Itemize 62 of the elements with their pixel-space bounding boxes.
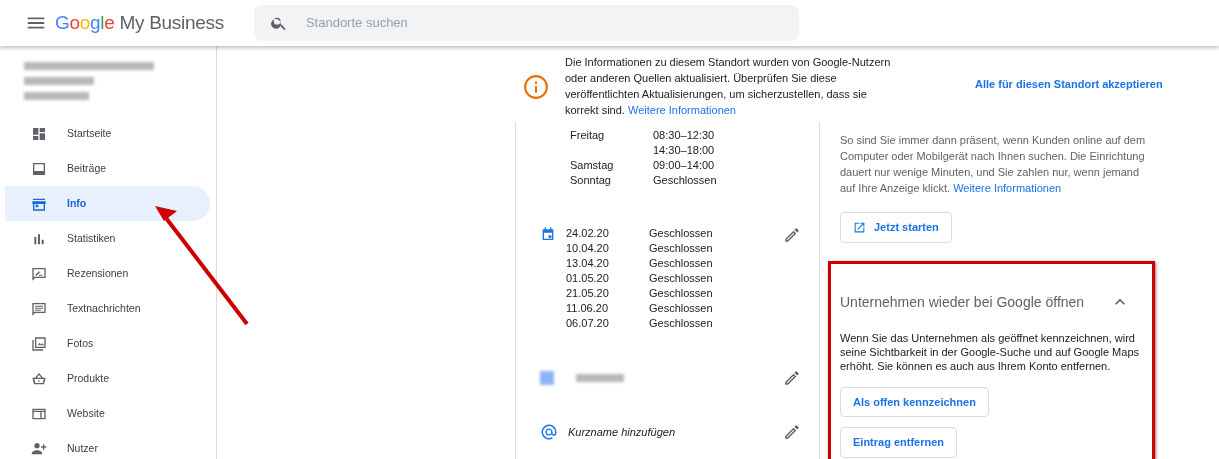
external-link-icon	[853, 220, 866, 234]
short-name-prompt[interactable]: Kurzname hinzufügen	[568, 423, 675, 441]
date-label: 06.07.20	[566, 316, 610, 331]
section-title: Unternehmen wieder bei Google öffnen	[840, 292, 1085, 312]
sidebar-item[interactable]: Rezensionen	[5, 256, 210, 291]
message-icon	[31, 300, 47, 317]
edit-icon[interactable]	[783, 226, 801, 244]
reopen-description: Wenn Sie das Unternehmen als geöffnet kennzeichnen, wird seine Sichtbarkeit in der Google-Suche und auf Google Maps erhöht. Sie können es auch aus Ihrem Konto entfernen.	[840, 330, 1140, 373]
search-input[interactable]: Standorte suchen	[303, 12, 783, 34]
at-sign-icon	[540, 423, 558, 441]
sidebar-item[interactable]: Info	[5, 186, 210, 221]
sidebar-item[interactable]: Statistiken	[5, 221, 210, 256]
hours-value: 14:30–18:00	[653, 143, 716, 158]
hours-value: Geschlossen	[649, 226, 714, 241]
more-info-link[interactable]: Weitere Informationen	[627, 104, 736, 116]
more-info-link[interactable]: Weitere Informationen	[953, 182, 1062, 194]
calendar-icon	[540, 226, 556, 242]
hours-value: 08:30–12:30	[653, 128, 716, 143]
hours-value: Geschlossen	[649, 316, 714, 331]
info-icon	[523, 74, 549, 100]
date-label: 10.04.20	[566, 241, 610, 256]
sidebar-item[interactable]: Nutzer	[5, 431, 210, 459]
accept-all-link[interactable]: Alle für diesen Standort akzeptieren	[975, 76, 1163, 122]
date-label: 21.05.20	[566, 286, 610, 301]
sidebar-item[interactable]: Produkte	[5, 361, 210, 396]
dashboard-icon	[31, 125, 47, 142]
date-label: 01.05.20	[566, 271, 610, 286]
sidebar-item[interactable]: Beiträge	[5, 151, 210, 186]
hours-value: Geschlossen	[649, 241, 714, 256]
posts-icon	[31, 160, 47, 177]
ads-description: So sind Sie immer dann präsent, wenn Kunden online auf dem Computer oder Mobilgerät nach Ihnen suchen. Die Einrichtung dauert nur wenige Minuten, und Sie zahlen nur, wenn jemand auf Ihre Anzeige klickt. Weitere Informationen	[840, 133, 1147, 196]
review-icon	[31, 265, 47, 282]
day-label: Samstag	[570, 158, 615, 173]
date-label: 24.02.20	[566, 226, 610, 241]
blurred-text	[24, 77, 94, 85]
blurred-text	[576, 374, 624, 382]
blurred-text	[24, 92, 89, 100]
hours-value: Geschlossen	[649, 286, 714, 301]
action-button[interactable]: Eintrag entfernen	[840, 427, 958, 458]
hours-value: Geschlossen	[649, 271, 714, 286]
notice-text: Die Informationen zu diesem Standort wurden von Google-Nutzern oder anderen Quellen aktualisiert. Überprüfen Sie diese veröffentlichten Aktualisierungen, um sicherzustellen, dass sie korrekt sind. Weitere Informationen	[565, 55, 892, 118]
day-label: Sonntag	[570, 173, 612, 188]
photos-icon	[31, 335, 47, 352]
blurred-icon	[540, 371, 554, 385]
start-button[interactable]: Jetzt starten	[840, 212, 952, 243]
hours-value: 09:00–14:00	[653, 158, 716, 173]
sidebar-item[interactable]: Fotos	[5, 326, 210, 361]
sidebar-item[interactable]: Startseite	[5, 116, 210, 151]
date-label: 13.04.20	[566, 256, 610, 271]
edit-icon[interactable]	[783, 369, 801, 387]
hours-value: Geschlossen	[649, 256, 714, 271]
sidebar-item[interactable]: Website	[5, 396, 210, 431]
hours-value: Geschlossen	[649, 301, 714, 316]
date-label: 11.06.20	[566, 301, 609, 316]
search-field[interactable]: Standorte suchen	[253, 5, 799, 41]
action-button[interactable]: Als offen kennzeichnen	[840, 386, 989, 417]
hours-value: Geschlossen	[653, 173, 718, 188]
sidebar-item[interactable]: Textnachrichten	[5, 291, 210, 326]
edit-icon[interactable]	[783, 423, 801, 441]
logo[interactable]: Google My Business	[55, 8, 224, 38]
person-add-icon	[31, 440, 47, 457]
day-label: Freitag	[570, 128, 606, 143]
